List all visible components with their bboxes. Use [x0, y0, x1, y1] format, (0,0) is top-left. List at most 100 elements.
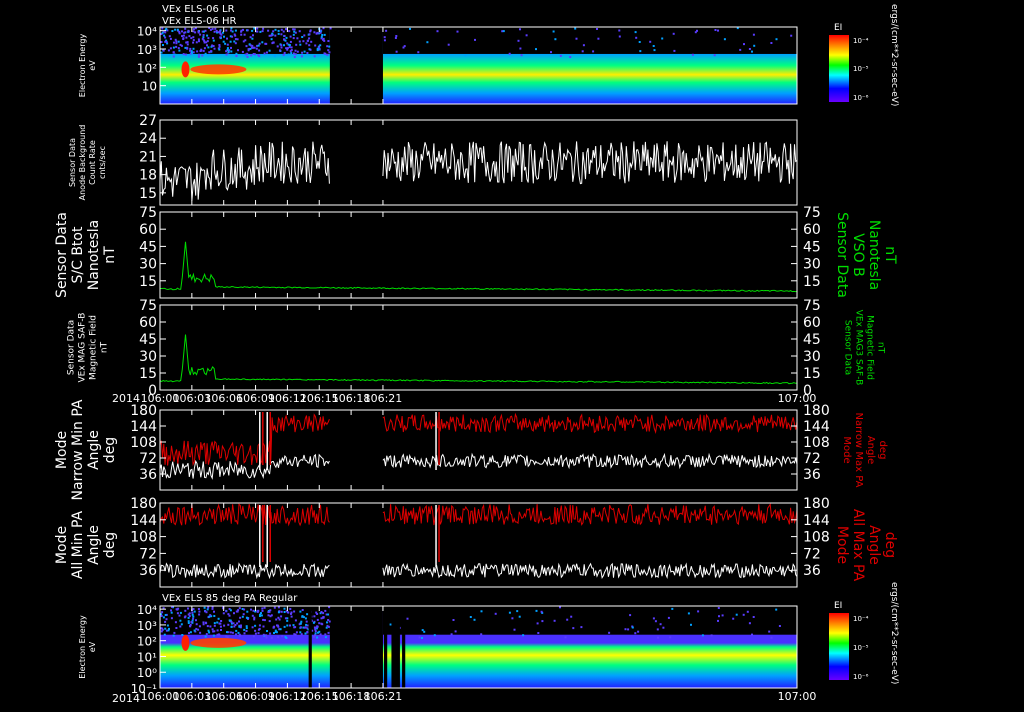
spectrogram-speck	[161, 627, 164, 630]
spectrogram-speck	[717, 619, 719, 622]
spectrogram-speck	[252, 635, 255, 638]
spectrogram-speck	[164, 627, 167, 630]
spectrogram-speck	[172, 55, 175, 58]
spectrogram-speck	[564, 636, 567, 639]
spectrogram-speck	[172, 634, 175, 637]
spectrogram-speck	[268, 49, 271, 52]
spectrogram-speck	[634, 31, 637, 34]
y-tick-label-left: 180	[130, 496, 157, 512]
spectrogram-speck	[186, 43, 189, 46]
spectrogram-speck	[235, 52, 238, 55]
spectrogram-speck	[234, 38, 237, 41]
spectrogram-speck	[319, 31, 322, 34]
spectrogram-speck	[246, 55, 249, 58]
spectrogram-speck	[554, 38, 557, 41]
spectrogram-speck	[181, 30, 183, 33]
spectrogram-speck	[192, 608, 195, 610]
spectrogram-speck	[277, 32, 280, 35]
spectrogram-speck	[299, 610, 302, 613]
spectrogram-speck	[168, 54, 171, 57]
spectrogram-speck	[160, 41, 163, 43]
spectrogram-speck	[254, 632, 257, 635]
spectrogram-speck	[226, 47, 229, 50]
spectrogram-speck	[570, 615, 573, 618]
spectrogram-speck	[184, 27, 187, 30]
spectrogram-speck	[204, 29, 207, 32]
spectrogram-speck	[277, 611, 280, 614]
x-tick-label: 106:21	[364, 392, 403, 405]
spectrogram-speck	[417, 51, 420, 54]
spectrogram-speck	[164, 36, 167, 39]
spectrogram-speck	[161, 611, 164, 614]
y-tick-label-right: 108	[803, 435, 830, 451]
spectrogram-speck	[287, 53, 290, 56]
spectrogram-gap	[308, 606, 312, 688]
spectrogram-speck	[513, 628, 516, 631]
spectrogram-speck	[262, 633, 265, 636]
spectrogram-speck	[743, 43, 745, 46]
spectrogram-speck	[326, 621, 328, 624]
spectrogram-speck	[193, 629, 196, 632]
spectrogram-speck	[301, 615, 304, 618]
spectrogram-speck	[752, 616, 755, 618]
spectrogram-speck	[516, 610, 519, 613]
spectrogram-speck	[659, 623, 662, 626]
y-tick-label-left: 30	[139, 349, 157, 365]
y-axis-label-right: deg	[882, 532, 898, 558]
spectrogram-speck	[169, 47, 172, 50]
spectrogram-speck	[292, 33, 295, 36]
spectrogram-speck	[672, 32, 675, 35]
colorbar-bottom-title: EI	[834, 601, 842, 611]
spectrogram-speck	[275, 631, 278, 634]
spectrogram-speck	[517, 39, 520, 42]
spectrogram-speck	[263, 52, 266, 55]
y-tick-label-right: 15	[803, 274, 821, 290]
series-line	[159, 334, 798, 385]
spectrogram-speck	[748, 48, 751, 50]
spectrogram-speck	[243, 608, 246, 611]
y-axis-label-left: Magnetic Field	[89, 315, 99, 380]
spectrogram-speck	[245, 45, 248, 48]
spectrogram-speck	[713, 54, 716, 57]
spectrogram-speck	[687, 612, 690, 615]
spectrogram-speck	[163, 633, 166, 636]
spectrogram-speck	[236, 38, 239, 41]
header-bottom: VEx ELS 85 deg PA Regular	[162, 593, 298, 604]
spectrogram-speck	[259, 30, 262, 33]
spectrogram-speck	[409, 27, 411, 30]
spectrogram-speck	[192, 615, 195, 618]
spectrogram-speck	[246, 610, 249, 613]
spectrogram-speck	[218, 45, 221, 48]
spectrogram-speck	[320, 35, 323, 38]
spectrogram-speck	[218, 48, 221, 51]
spectrogram-speck	[305, 623, 308, 626]
spectrogram-speck	[389, 623, 392, 626]
spectrogram-hotspot	[190, 637, 247, 648]
colorbar-bottom: EI 10⁻⁴ 10⁻⁵ 10⁻⁶ ergs/(cm**2-sr-sec-eV)	[829, 582, 899, 684]
spectrogram-speck	[627, 628, 630, 631]
spectrogram-speck	[189, 49, 191, 52]
header-top-1: VEx ELS-06 LR	[162, 4, 235, 15]
spectrogram-speck	[324, 636, 327, 639]
spectrogram-speck	[293, 56, 296, 58]
spectrogram-speck	[233, 33, 236, 36]
spectrogram-speck	[225, 50, 228, 53]
spectrogram-speck	[321, 623, 324, 626]
series-line	[382, 562, 798, 579]
spectrogram-speck	[184, 46, 187, 49]
spectrogram-speck	[206, 40, 209, 43]
colorbar-bottom-gradient	[829, 613, 849, 680]
spectrogram-speck	[175, 45, 178, 48]
spectrogram-speck	[272, 41, 275, 44]
spectrogram-speck	[163, 34, 166, 37]
spectrogram-speck	[735, 613, 738, 616]
spectrogram-speck	[508, 52, 511, 55]
spectrogram-speck	[198, 625, 201, 628]
spectrogram-speck	[252, 46, 255, 49]
spectrogram-speck	[296, 50, 299, 53]
y-tick-label-left: 24	[139, 131, 157, 147]
spectrogram-speck	[751, 50, 753, 53]
spectrogram-speck	[233, 612, 235, 615]
spectrogram-speck	[304, 626, 307, 629]
spectrogram-speck	[176, 612, 179, 615]
